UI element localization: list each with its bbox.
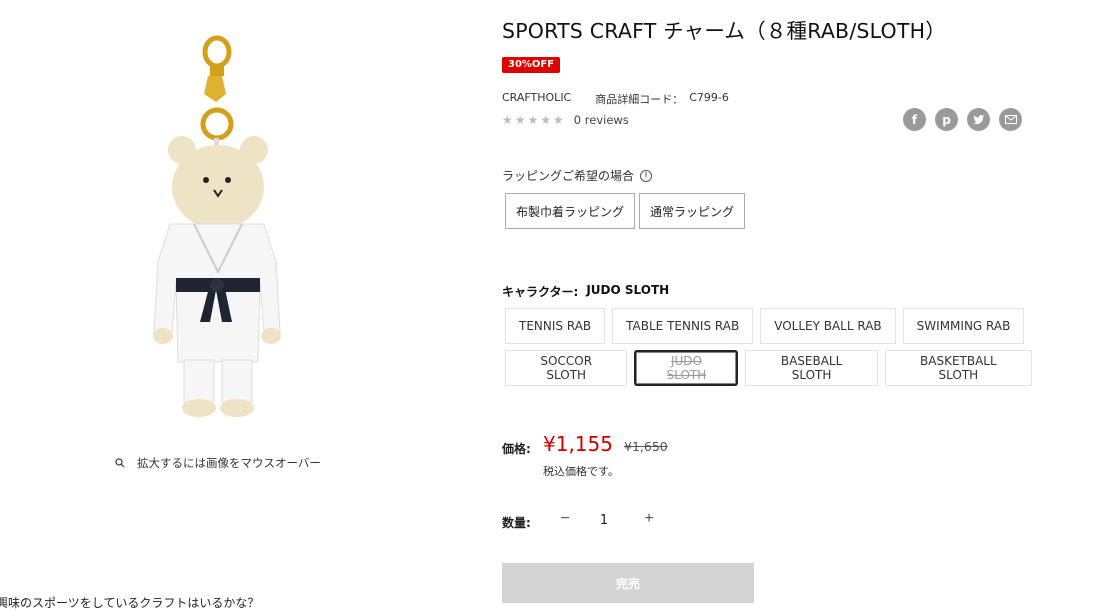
info-icon[interactable]: i [640, 169, 653, 182]
rating[interactable]: ★★★★★ 0 reviews [502, 113, 629, 127]
wrapping-label-text: ラッピングご希望の場合 [502, 169, 635, 183]
variant-baseball-sloth[interactable]: BASEBALL SLOTH [745, 350, 878, 386]
discount-badge: 30%OFF [502, 57, 561, 73]
quantity-increase-button[interactable]: + [641, 510, 657, 528]
character-selected: JUDO SLOTH [586, 283, 670, 297]
character-label: キャラクター: JUDO SLOTH [502, 283, 669, 300]
star-rating-icon: ★★★★★ [502, 113, 566, 127]
sku: 商品詳細コード： C799-6 [595, 91, 729, 107]
sale-price: ¥1,155 [543, 432, 613, 456]
character-label-text: キャラクター: [502, 285, 579, 299]
email-icon[interactable] [999, 108, 1022, 131]
wrapping-options: 布製巾着ラッピング 通常ラッピング [505, 193, 746, 229]
variant-judo-sloth[interactable]: JUDO SLOTH [634, 350, 739, 386]
brand-link[interactable]: CRAFTHOLIC [502, 91, 571, 107]
pinterest-icon[interactable]: p [935, 108, 958, 131]
variant-row-2: SOCCOR SLOTH JUDO SLOTH BASEBALL SLOTH B… [505, 350, 1033, 386]
product-meta: CRAFTHOLIC 商品詳細コード： C799-6 [502, 91, 729, 107]
zoom-hint: 拡大するには画像をマウスオーバー [115, 455, 321, 471]
product-gallery: 拡大するには画像をマウスオーバー 興味のスポーツをしているクラフトはいるかな？ [0, 0, 440, 610]
sku-value: C799-6 [689, 91, 729, 104]
product-image[interactable] [130, 32, 320, 424]
wrapping-label: ラッピングご希望の場合 i [502, 167, 653, 184]
tax-note: 税込価格です。 [543, 465, 619, 478]
compare-price: ¥1,650 [624, 439, 668, 454]
magnifier-icon [115, 458, 125, 468]
sku-label: 商品詳細コード： [595, 93, 684, 106]
wrapping-option-normal[interactable]: 通常ラッピング [639, 193, 746, 229]
quantity-label: 数量: [502, 516, 531, 530]
review-count[interactable]: 0 reviews [574, 113, 629, 127]
description-teaser: 興味のスポーツをしているクラフトはいるかな？ [0, 596, 260, 610]
share-buttons: f p [903, 108, 1022, 131]
facebook-icon[interactable]: f [903, 108, 926, 131]
variant-volley-ball-rab[interactable]: VOLLEY BALL RAB [760, 308, 896, 344]
product-title: SPORTS CRAFT チャーム（８種RAB/SLOTH） [502, 19, 946, 43]
quantity-decrease-button[interactable]: − [557, 510, 573, 528]
variant-soccor-sloth[interactable]: SOCCOR SLOTH [505, 350, 628, 386]
twitter-icon[interactable] [967, 108, 990, 131]
price-label: 価格: [502, 442, 531, 456]
variant-tennis-rab[interactable]: TENNIS RAB [505, 308, 606, 344]
variant-row-1: TENNIS RAB TABLE TENNIS RAB VOLLEY BALL … [505, 308, 1025, 344]
zoom-hint-text: 拡大するには画像をマウスオーバー [137, 456, 321, 470]
quantity-input[interactable]: 1 [596, 513, 612, 528]
variant-table-tennis-rab[interactable]: TABLE TENNIS RAB [612, 308, 754, 344]
variant-basketball-sloth[interactable]: BASKETBALL SLOTH [884, 350, 1033, 386]
sold-out-button[interactable]: 完売 [502, 563, 754, 603]
variant-swimming-rab[interactable]: SWIMMING RAB [902, 308, 1025, 344]
wrapping-option-cloth[interactable]: 布製巾着ラッピング [505, 193, 636, 229]
